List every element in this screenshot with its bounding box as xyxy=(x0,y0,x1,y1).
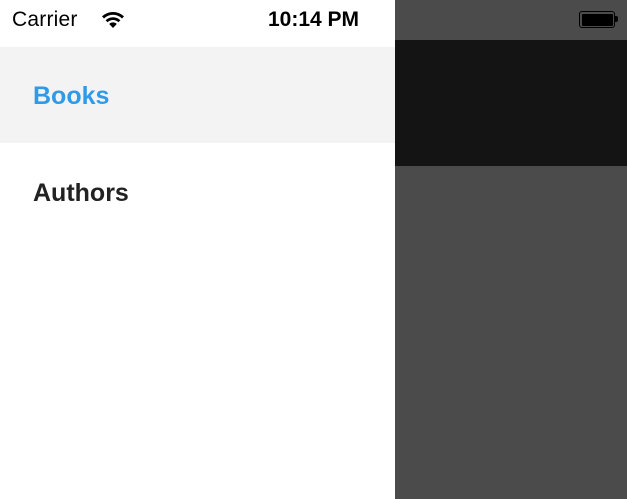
app-screen: er Carrier 10:14 PM Books Authors xyxy=(0,0,627,499)
menu-item-authors-label: Authors xyxy=(33,179,129,207)
wifi-icon xyxy=(102,11,124,28)
battery-full-icon xyxy=(579,11,619,28)
side-drawer: Carrier 10:14 PM Books Authors xyxy=(0,0,395,499)
carrier-label: Carrier xyxy=(12,8,78,31)
menu-item-books[interactable]: Books xyxy=(0,47,395,143)
status-bar: Carrier 10:14 PM xyxy=(0,0,395,47)
menu-item-authors[interactable]: Authors xyxy=(0,144,395,240)
menu-item-books-label: Books xyxy=(33,82,110,110)
status-time: 10:14 PM xyxy=(268,8,360,31)
